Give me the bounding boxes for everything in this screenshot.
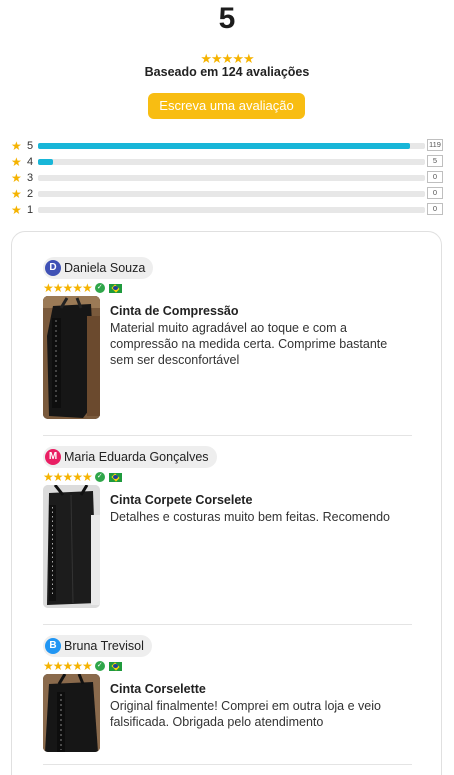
product-photo — [43, 296, 100, 419]
rating-row-2[interactable]: ★ 2 0 — [11, 187, 443, 203]
review-item: M Maria Eduarda Gonçalves ★★★★★ ✓ Cinta … — [43, 446, 412, 625]
review-product: Cinta Corselette — [110, 682, 206, 696]
star-icon: ★ — [11, 171, 22, 185]
rating-level: 4 — [27, 156, 34, 168]
review-text: Original finalmente! Comprei em outra lo… — [110, 699, 381, 729]
review-stars: ★★★★★ — [43, 659, 93, 673]
star-icon: ★ — [11, 139, 22, 153]
rating-bar-fill — [38, 159, 54, 165]
rating-level: 3 — [27, 172, 34, 184]
rating-row-3[interactable]: ★ 3 0 — [11, 171, 443, 187]
rating-bar-track — [38, 159, 425, 165]
review-product: Cinta de Compressão — [110, 304, 239, 318]
rating-bar-track — [38, 175, 425, 181]
star-icon: ★ — [11, 203, 22, 217]
review-text: Material muito agradável ao toque e com … — [110, 321, 388, 367]
rating-count: 0 — [427, 171, 443, 183]
review-photo[interactable] — [43, 674, 100, 752]
rating-level: 5 — [27, 140, 34, 152]
review-photo[interactable] — [43, 296, 100, 419]
rating-bar-track — [38, 191, 425, 197]
rating-count: 5 — [427, 155, 443, 167]
avatar: D — [45, 260, 61, 276]
reviewer-name: Maria Eduarda Gonçalves — [64, 450, 209, 464]
rating-row-1[interactable]: ★ 1 0 — [11, 203, 443, 219]
star-icon: ★ — [11, 155, 22, 169]
review-stars: ★★★★★ — [43, 470, 93, 484]
verified-icon: ✓ — [94, 472, 105, 482]
write-review-button[interactable]: Escreva uma avaliação — [148, 93, 305, 119]
reviewer-name: Bruna Trevisol — [64, 639, 144, 653]
rating-level: 1 — [27, 204, 34, 216]
rating-row-5[interactable]: ★ 5 119 — [11, 139, 443, 155]
review-product: Cinta Corpete Corselete — [110, 493, 253, 507]
reviewer-chip: M Maria Eduarda Gonçalves — [43, 446, 217, 468]
rating-distribution: ★ 5 119 ★ 4 5 ★ 3 0 ★ 2 0 ★ 1 0 — [11, 139, 443, 219]
reviews-card: D Daniela Souza ★★★★★ ✓ Cinta de Compres… — [11, 231, 442, 775]
verified-icon: ✓ — [94, 283, 105, 293]
rating-count: 0 — [427, 187, 443, 199]
brazil-flag-icon — [108, 283, 122, 293]
rating-score: 5 — [218, 2, 236, 35]
reviewer-chip: B Bruna Trevisol — [43, 635, 152, 657]
review-text: Detalhes e costuras muito bem feitas. Re… — [110, 510, 390, 524]
rating-bar-fill — [38, 143, 410, 149]
review-meta: ★★★★★ ✓ — [43, 282, 122, 294]
verified-icon: ✓ — [94, 661, 105, 671]
brazil-flag-icon — [108, 661, 122, 671]
review-photo[interactable] — [43, 485, 100, 608]
product-photo — [43, 674, 100, 752]
review-stars: ★★★★★ — [43, 281, 93, 295]
avatar: M — [45, 449, 61, 465]
rating-bar-track — [38, 207, 425, 213]
rating-bar-track — [38, 143, 425, 149]
review-item: D Daniela Souza ★★★★★ ✓ Cinta de Compres… — [43, 257, 412, 436]
review-meta: ★★★★★ ✓ — [43, 471, 122, 483]
product-photo — [43, 485, 100, 608]
reviewer-chip: D Daniela Souza — [43, 257, 154, 279]
brazil-flag-icon — [108, 472, 122, 482]
rating-count: 0 — [427, 203, 443, 215]
rating-row-4[interactable]: ★ 4 5 — [11, 155, 443, 171]
avatar: B — [45, 638, 61, 654]
review-meta: ★★★★★ ✓ — [43, 660, 122, 672]
review-item: B Bruna Trevisol ★★★★★ ✓ Cinta Corselett… — [43, 635, 412, 765]
star-icon: ★ — [11, 187, 22, 201]
rating-level: 2 — [27, 188, 34, 200]
review-count-text: Baseado em 124 avaliações — [144, 65, 310, 79]
reviewer-name: Daniela Souza — [64, 261, 146, 275]
rating-count: 119 — [427, 139, 443, 151]
